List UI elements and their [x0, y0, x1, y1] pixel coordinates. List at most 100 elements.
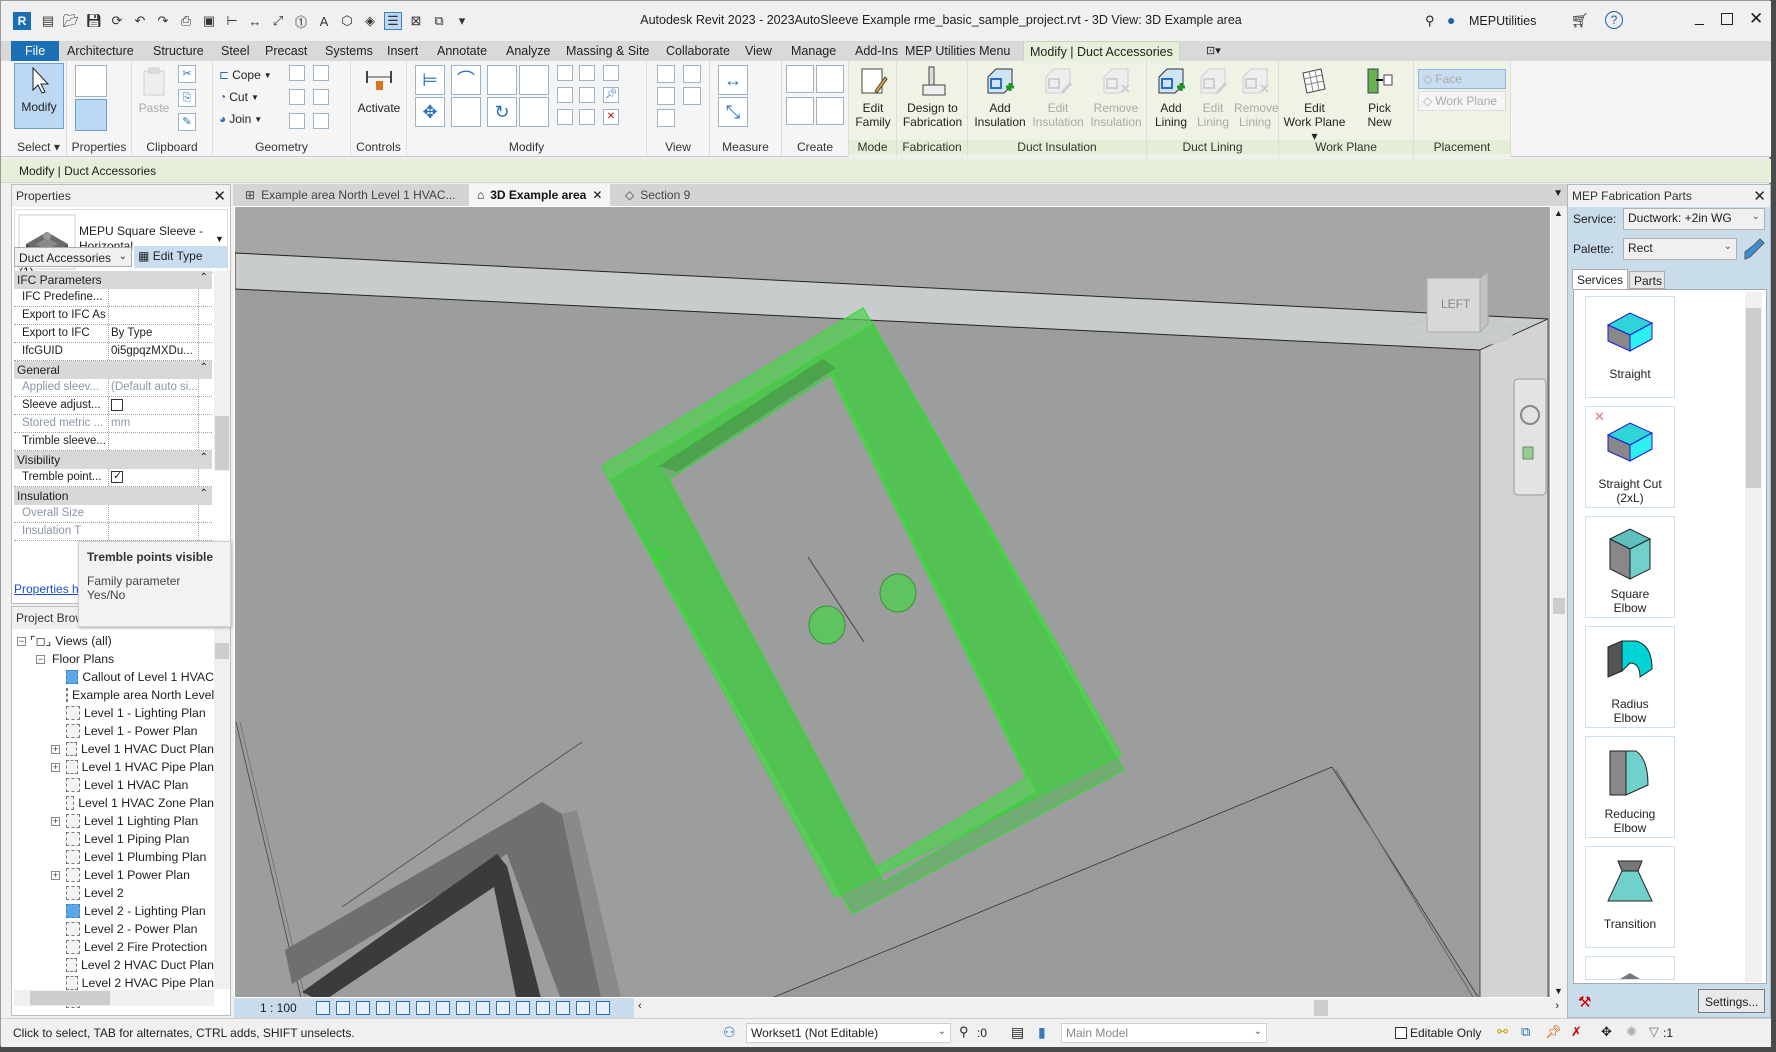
remove-insulation-button[interactable]: Remove Insulation: [1087, 65, 1145, 129]
pin-icon[interactable]: 📌︎: [603, 87, 619, 103]
minimize-button[interactable]: _: [1695, 9, 1704, 27]
edit-lining-button[interactable]: Edit Lining: [1192, 65, 1234, 129]
customize-icon[interactable]: ▾: [453, 12, 471, 30]
property-value[interactable]: ✓: [108, 469, 198, 486]
cope-extra-icon[interactable]: [289, 65, 305, 81]
mirror-draw-icon[interactable]: [519, 65, 549, 95]
worksets-icon[interactable]: ⚇: [723, 1024, 736, 1041]
copy-icon[interactable]: ⎘: [178, 89, 196, 107]
expand-icon[interactable]: +: [51, 817, 60, 826]
edit-type-button[interactable]: ▦ Edit Type: [134, 246, 228, 268]
tab-services[interactable]: Services: [1572, 269, 1628, 289]
override-icon[interactable]: [683, 65, 701, 83]
measure-icon[interactable]: ⊢: [223, 12, 241, 30]
design-option-dropdown[interactable]: Main Model ⌄: [1061, 1023, 1267, 1043]
scale-button[interactable]: 1 : 100: [260, 1001, 297, 1015]
expand-icon[interactable]: +: [51, 871, 60, 880]
settings-button[interactable]: Settings...: [1698, 989, 1765, 1013]
tree-view-item[interactable]: Level 1 HVAC Duct Plan: [66, 740, 214, 758]
property-value[interactable]: mm: [108, 415, 198, 432]
sun-path-icon[interactable]: [356, 1001, 370, 1015]
tab-precast[interactable]: Precast: [259, 41, 313, 61]
visual-style-icon[interactable]: [336, 1001, 350, 1015]
part-tile[interactable]: Square Elbow: [1585, 516, 1675, 618]
checkbox[interactable]: [1395, 1027, 1407, 1039]
close-icon[interactable]: ✕: [1753, 187, 1766, 205]
tab-systems[interactable]: Systems: [319, 41, 379, 61]
cut-icon[interactable]: ✂: [178, 65, 196, 83]
maximize-button[interactable]: [1721, 13, 1733, 25]
join-button[interactable]: ◕ Join ▼: [219, 109, 262, 129]
user-name[interactable]: MEPUtilities: [1469, 14, 1536, 28]
close-icon[interactable]: ✕: [213, 187, 226, 205]
measure-along-icon[interactable]: ⤡: [718, 97, 748, 127]
tree-view-item[interactable]: Level 1 Lighting Plan: [66, 812, 214, 830]
shadows-icon[interactable]: [376, 1001, 390, 1015]
show-constraints-icon[interactable]: [596, 1001, 610, 1015]
revit-logo-icon[interactable]: R: [13, 12, 31, 30]
duct-route-icon[interactable]: [1742, 237, 1766, 261]
group-general[interactable]: General ⌃: [14, 361, 212, 379]
create-similar-icon[interactable]: [816, 65, 844, 93]
instance-filter-dropdown[interactable]: Duct Accessories (1)⌄: [14, 247, 132, 279]
palette-dropdown[interactable]: Rect ⌄: [1623, 238, 1737, 260]
tab-insert[interactable]: Insert: [381, 41, 424, 61]
tab-file[interactable]: File: [11, 41, 60, 61]
edit-insulation-button[interactable]: Edit Insulation: [1029, 65, 1087, 129]
part-tile[interactable]: [1585, 956, 1675, 980]
tree-view-item[interactable]: Level 1 Piping Plan: [66, 830, 214, 848]
split-icon[interactable]: [557, 65, 573, 81]
measure-between-icon[interactable]: ↔: [718, 65, 748, 95]
workset-dropdown[interactable]: Workset1 (Not Editable) ⌄: [746, 1023, 951, 1043]
spot-elevation-icon[interactable]: ⤢: [269, 12, 287, 30]
close-button[interactable]: ✕: [1749, 9, 1763, 29]
trim-single-icon[interactable]: [579, 109, 595, 125]
thin-lines-icon[interactable]: ☰: [384, 12, 402, 30]
property-value[interactable]: [108, 397, 198, 414]
navigation-bar[interactable]: [1513, 378, 1547, 496]
show-crop-icon[interactable]: [436, 1001, 450, 1015]
property-value[interactable]: [108, 307, 198, 324]
trim-multiple-icon[interactable]: [557, 109, 573, 125]
collapse-icon[interactable]: ⌃: [200, 362, 208, 373]
tree-view-item[interactable]: Level 2 HVAC Duct Plan: [66, 956, 214, 974]
create-parts-icon[interactable]: [786, 97, 814, 125]
text-icon[interactable]: A: [315, 12, 333, 30]
property-value[interactable]: 0i5gpqzMXDu...: [108, 343, 198, 360]
cope-button[interactable]: ⊏ Cope ▼: [219, 65, 272, 85]
create-group-icon[interactable]: [786, 65, 814, 93]
group-ifc-parameters[interactable]: IFC Parameters ⌃: [14, 271, 212, 289]
print-icon[interactable]: ⎙: [177, 12, 195, 30]
viewport-hscrollbar[interactable]: ‹ ›: [634, 998, 1567, 1018]
tab-structure[interactable]: Structure: [147, 41, 210, 61]
tree-view-item[interactable]: Level 1 HVAC Plan: [66, 776, 214, 794]
tab-annotate[interactable]: Annotate: [431, 41, 493, 61]
tree-view-item[interactable]: Level 1 HVAC Pipe Plan: [66, 758, 214, 776]
select-pinned-icon[interactable]: 📌︎: [1545, 1024, 1562, 1040]
highlight-displacement-icon[interactable]: [576, 1001, 590, 1015]
property-value[interactable]: (Default auto si...: [108, 379, 198, 396]
tab-analyze[interactable]: Analyze: [500, 41, 556, 61]
tree-view-item[interactable]: Level 2: [66, 884, 214, 902]
select-by-face-icon[interactable]: ✗: [1571, 1024, 1582, 1040]
tremble-point[interactable]: [879, 573, 917, 613]
part-tile[interactable]: Reducing Elbow: [1585, 736, 1675, 838]
move-icon[interactable]: ✥: [415, 97, 445, 127]
browser-hscrollbar[interactable]: [14, 990, 214, 1006]
worksharing-display-icon[interactable]: [516, 1001, 530, 1015]
property-value[interactable]: [108, 505, 198, 522]
type-properties-icon[interactable]: [75, 99, 107, 131]
collapse-icon[interactable]: −: [36, 655, 45, 664]
tab-section-view[interactable]: ◇ Section 9: [617, 184, 698, 206]
activate-button[interactable]: Activate: [354, 65, 404, 115]
tree-view-item[interactable]: Example area North Level: [66, 686, 214, 704]
sync-icon[interactable]: ⟳: [108, 12, 126, 30]
close-hidden-icon[interactable]: ⊠: [407, 12, 425, 30]
offset-icon[interactable]: ⌒: [451, 65, 481, 95]
expand-icon[interactable]: +: [51, 745, 60, 754]
work-plane-button[interactable]: ◇ Work Plane: [1418, 91, 1506, 111]
collapse-icon[interactable]: ⌃: [200, 452, 208, 463]
edit-work-plane-button[interactable]: Edit Work Plane ▾: [1282, 65, 1347, 143]
editable-only-checkbox[interactable]: Editable Only: [1395, 1026, 1481, 1040]
tab-collaborate[interactable]: Collaborate: [660, 41, 736, 61]
